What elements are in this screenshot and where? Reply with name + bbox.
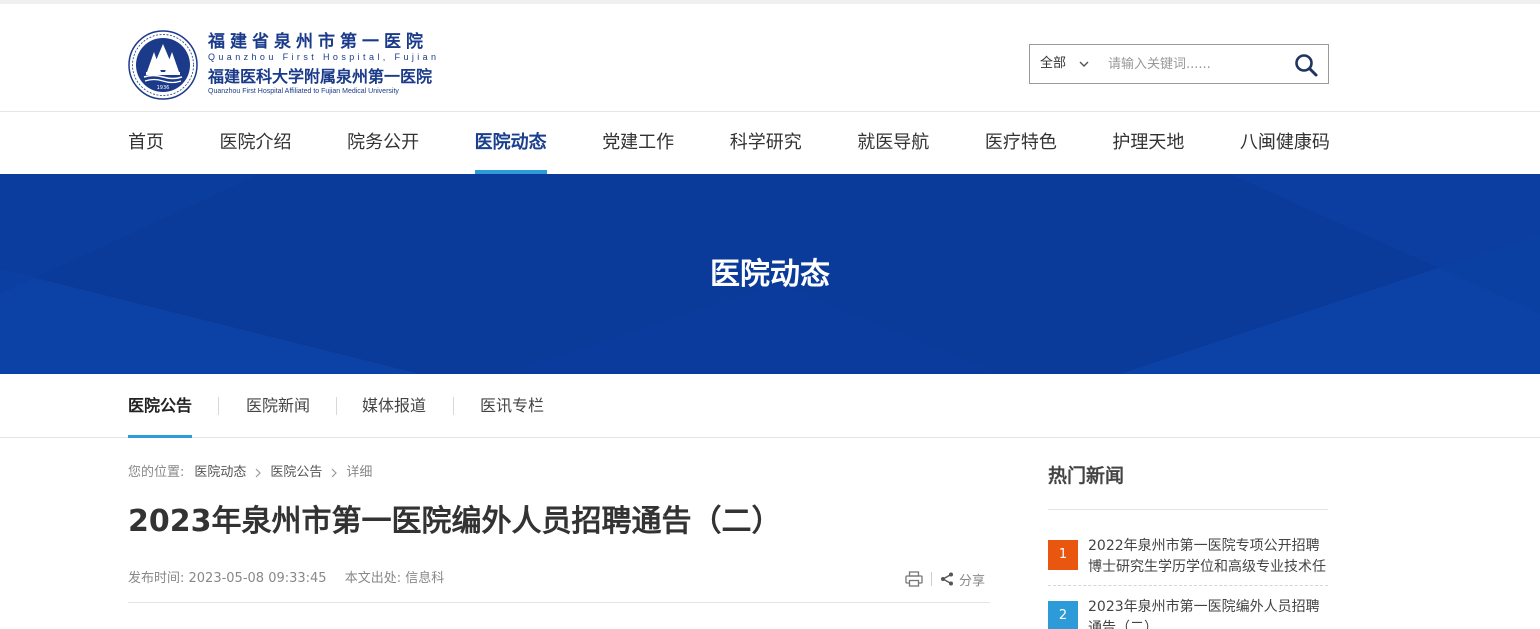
page-banner: 医院动态 xyxy=(0,174,1540,374)
logo-name-en: Quanzhou First Hospital, Fujian xyxy=(208,52,440,62)
publish-time: 发布时间: 2023-05-08 09:33:45 xyxy=(128,571,327,586)
tab-divider xyxy=(336,397,337,415)
chevron-right-icon xyxy=(331,468,338,478)
hot-news-rank: 1 xyxy=(1048,540,1078,570)
hospital-logo[interactable]: 1936 福建省泉州市第一医院 Quanzhou First Hospital,… xyxy=(128,30,448,102)
breadcrumb: 您的位置: 医院动态 医院公告 详细 xyxy=(128,462,372,484)
hot-news-text[interactable]: 2023年泉州市第一医院编外人员招聘通告（二） xyxy=(1088,597,1328,629)
nav-item-guide[interactable]: 就医导航 xyxy=(857,113,929,174)
breadcrumb-link-news[interactable]: 医院动态 xyxy=(194,462,246,484)
article-meta: 发布时间: 2023-05-08 09:33:45 本文出处: 信息科 xyxy=(128,569,458,589)
nav-item-research[interactable]: 科学研究 xyxy=(730,113,802,174)
nav-item-affairs[interactable]: 院务公开 xyxy=(347,113,419,174)
article-divider xyxy=(128,602,990,603)
site-header: 1936 福建省泉州市第一医院 Quanzhou First Hospital,… xyxy=(0,4,1540,112)
nav-item-about[interactable]: 医院介绍 xyxy=(220,113,292,174)
hot-news-rank: 2 xyxy=(1048,601,1078,629)
breadcrumb-current: 详细 xyxy=(346,465,373,480)
search-icon[interactable] xyxy=(1292,51,1320,79)
tab-divider xyxy=(218,397,219,415)
logo-affiliation-en: Quanzhou First Hospital Affiliated to Fu… xyxy=(208,88,399,95)
article-actions: 分享 xyxy=(905,569,985,589)
nav-item-party[interactable]: 党建工作 xyxy=(602,113,674,174)
logo-text: 福建省泉州市第一医院 Quanzhou First Hospital, Fuji… xyxy=(208,32,439,96)
search-category-select[interactable]: 全部 xyxy=(1040,45,1066,83)
hot-news-text[interactable]: 2022年泉州市第一医院专项公开招聘博士研究生学历学位和高级专业技术任 xyxy=(1088,536,1328,578)
svg-text:1936: 1936 xyxy=(157,85,170,91)
main-nav: 首页 医院介绍 院务公开 医院动态 党建工作 科学研究 就医导航 医疗特色 护理… xyxy=(128,113,1330,174)
nav-item-specialty[interactable]: 医疗特色 xyxy=(985,113,1057,174)
nav-item-health-code[interactable]: 八闽健康码 xyxy=(1240,113,1330,174)
hot-news-title: 热门新闻 xyxy=(1048,465,1125,487)
logo-name-cn: 福建省泉州市第一医院 xyxy=(208,32,428,52)
article-title: 2023年泉州市第一医院编外人员招聘通告（二） xyxy=(128,504,782,539)
search-input[interactable] xyxy=(1108,53,1278,75)
chevron-right-icon xyxy=(255,468,262,478)
tab-media-reports[interactable]: 媒体报道 xyxy=(362,374,426,438)
breadcrumb-link-announcements[interactable]: 医院公告 xyxy=(270,462,322,484)
actions-divider xyxy=(931,572,932,586)
print-icon[interactable] xyxy=(905,571,923,587)
tab-divider xyxy=(453,397,454,415)
banner-title: 医院动态 xyxy=(710,257,830,292)
logo-affiliation-cn: 福建医科大学附属泉州第一医院 xyxy=(208,67,433,86)
nav-item-home[interactable]: 首页 xyxy=(128,113,164,174)
tab-medical-column[interactable]: 医讯专栏 xyxy=(480,374,544,438)
hot-news-item[interactable]: 1 2022年泉州市第一医院专项公开招聘博士研究生学历学位和高级专业技术任 xyxy=(1048,536,1328,592)
tab-hospital-news[interactable]: 医院新闻 xyxy=(246,374,310,438)
hot-news-item[interactable]: 2 2023年泉州市第一医院编外人员招聘通告（二） xyxy=(1048,597,1328,629)
search-box: 全部 xyxy=(1029,44,1329,84)
tab-announcements[interactable]: 医院公告 xyxy=(128,374,193,438)
article-source: 本文出处: 信息科 xyxy=(344,571,445,586)
share-icon[interactable] xyxy=(940,572,954,586)
hospital-emblem-icon: 1936 xyxy=(128,30,198,100)
hot-news-separator xyxy=(1048,585,1328,586)
breadcrumb-prefix: 您的位置: xyxy=(128,465,185,480)
hot-news-divider xyxy=(1048,509,1328,510)
nav-item-nursing[interactable]: 护理天地 xyxy=(1112,113,1184,174)
nav-item-news[interactable]: 医院动态 xyxy=(474,113,547,174)
sub-nav: 医院公告 医院新闻 媒体报道 医讯专栏 xyxy=(0,374,1540,438)
share-button[interactable]: 分享 xyxy=(959,570,985,589)
chevron-down-icon[interactable] xyxy=(1078,58,1090,70)
